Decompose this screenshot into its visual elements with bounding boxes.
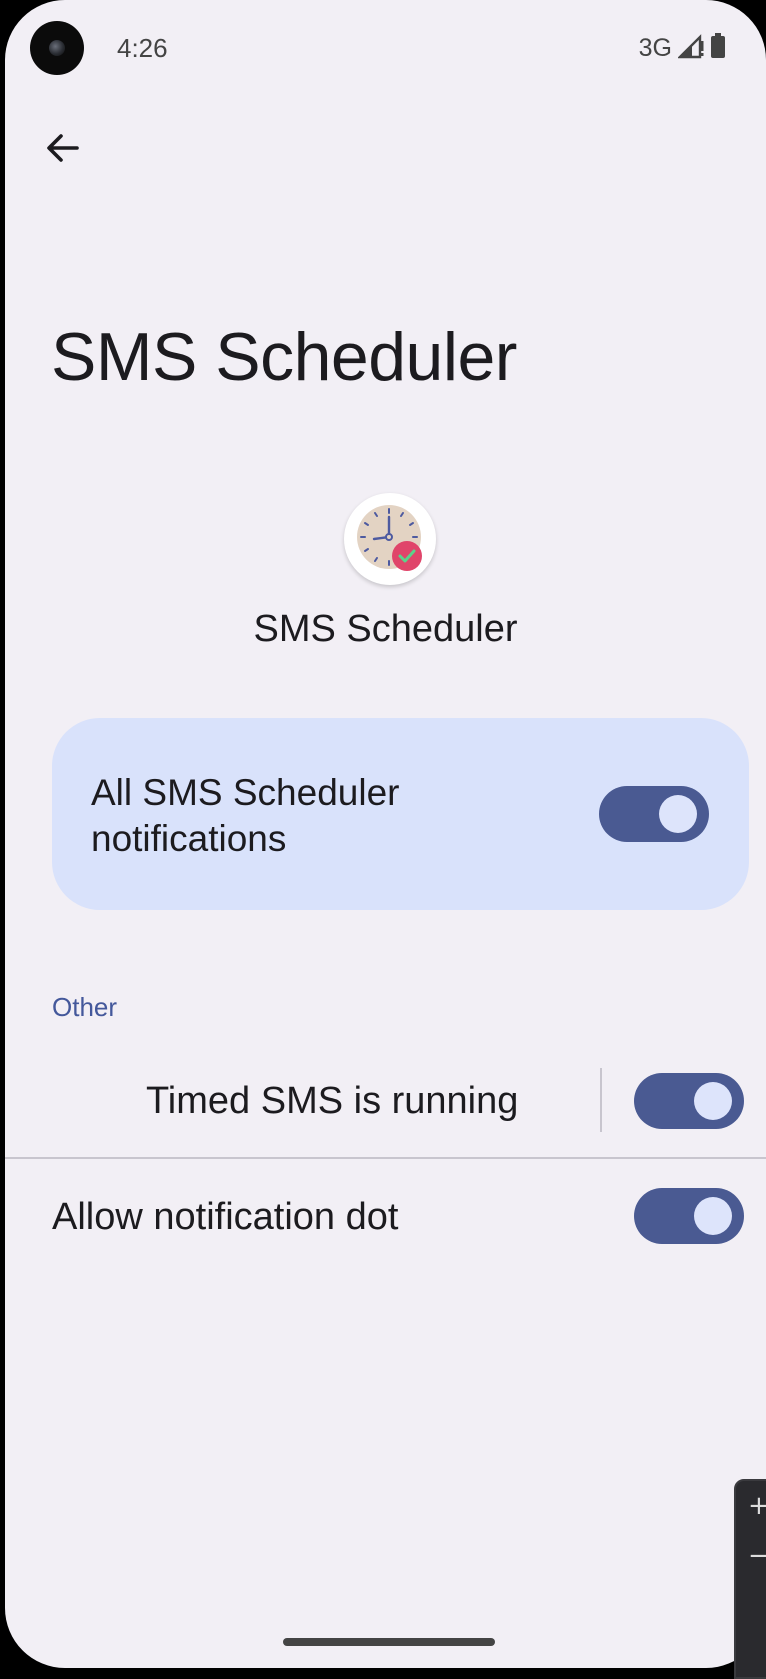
front-camera xyxy=(30,21,84,75)
notification-dot-toggle[interactable] xyxy=(634,1188,744,1244)
toggle-thumb xyxy=(694,1197,732,1235)
app-name: SMS Scheduler xyxy=(253,608,518,650)
all-notifications-card[interactable]: All SMS Scheduler notifications xyxy=(52,718,749,910)
notification-settings-screen: 4:26 3G SMS Scheduler SMS Scheduler All … xyxy=(5,0,766,1668)
all-notifications-toggle[interactable] xyxy=(599,786,709,842)
floating-panel-edge[interactable]: + − xyxy=(734,1479,766,1679)
vertical-divider xyxy=(600,1068,602,1132)
status-icons: 3G xyxy=(639,33,726,64)
signal-icon xyxy=(677,33,704,64)
notification-dot-label: Allow notification dot xyxy=(52,1196,399,1238)
row-divider xyxy=(5,1157,766,1159)
page-title: SMS Scheduler xyxy=(51,319,517,395)
channel-timed-sms-toggle[interactable] xyxy=(634,1073,744,1129)
clock-check-icon xyxy=(357,505,422,571)
status-time: 4:26 xyxy=(117,33,168,63)
toggle-thumb xyxy=(694,1082,732,1120)
home-indicator[interactable] xyxy=(283,1638,495,1646)
battery-icon xyxy=(710,33,726,64)
app-icon xyxy=(344,493,436,585)
toggle-thumb xyxy=(659,795,697,833)
arrow-back-icon xyxy=(47,134,79,162)
back-button[interactable] xyxy=(41,126,85,170)
plus-icon[interactable]: + xyxy=(748,1491,766,1521)
all-notifications-label: All SMS Scheduler notifications xyxy=(91,772,400,859)
channel-timed-sms-label[interactable]: Timed SMS is running xyxy=(146,1080,518,1123)
network-type: 3G xyxy=(638,34,672,62)
section-header-other: Other xyxy=(52,992,118,1022)
minus-icon[interactable]: − xyxy=(748,1541,766,1571)
